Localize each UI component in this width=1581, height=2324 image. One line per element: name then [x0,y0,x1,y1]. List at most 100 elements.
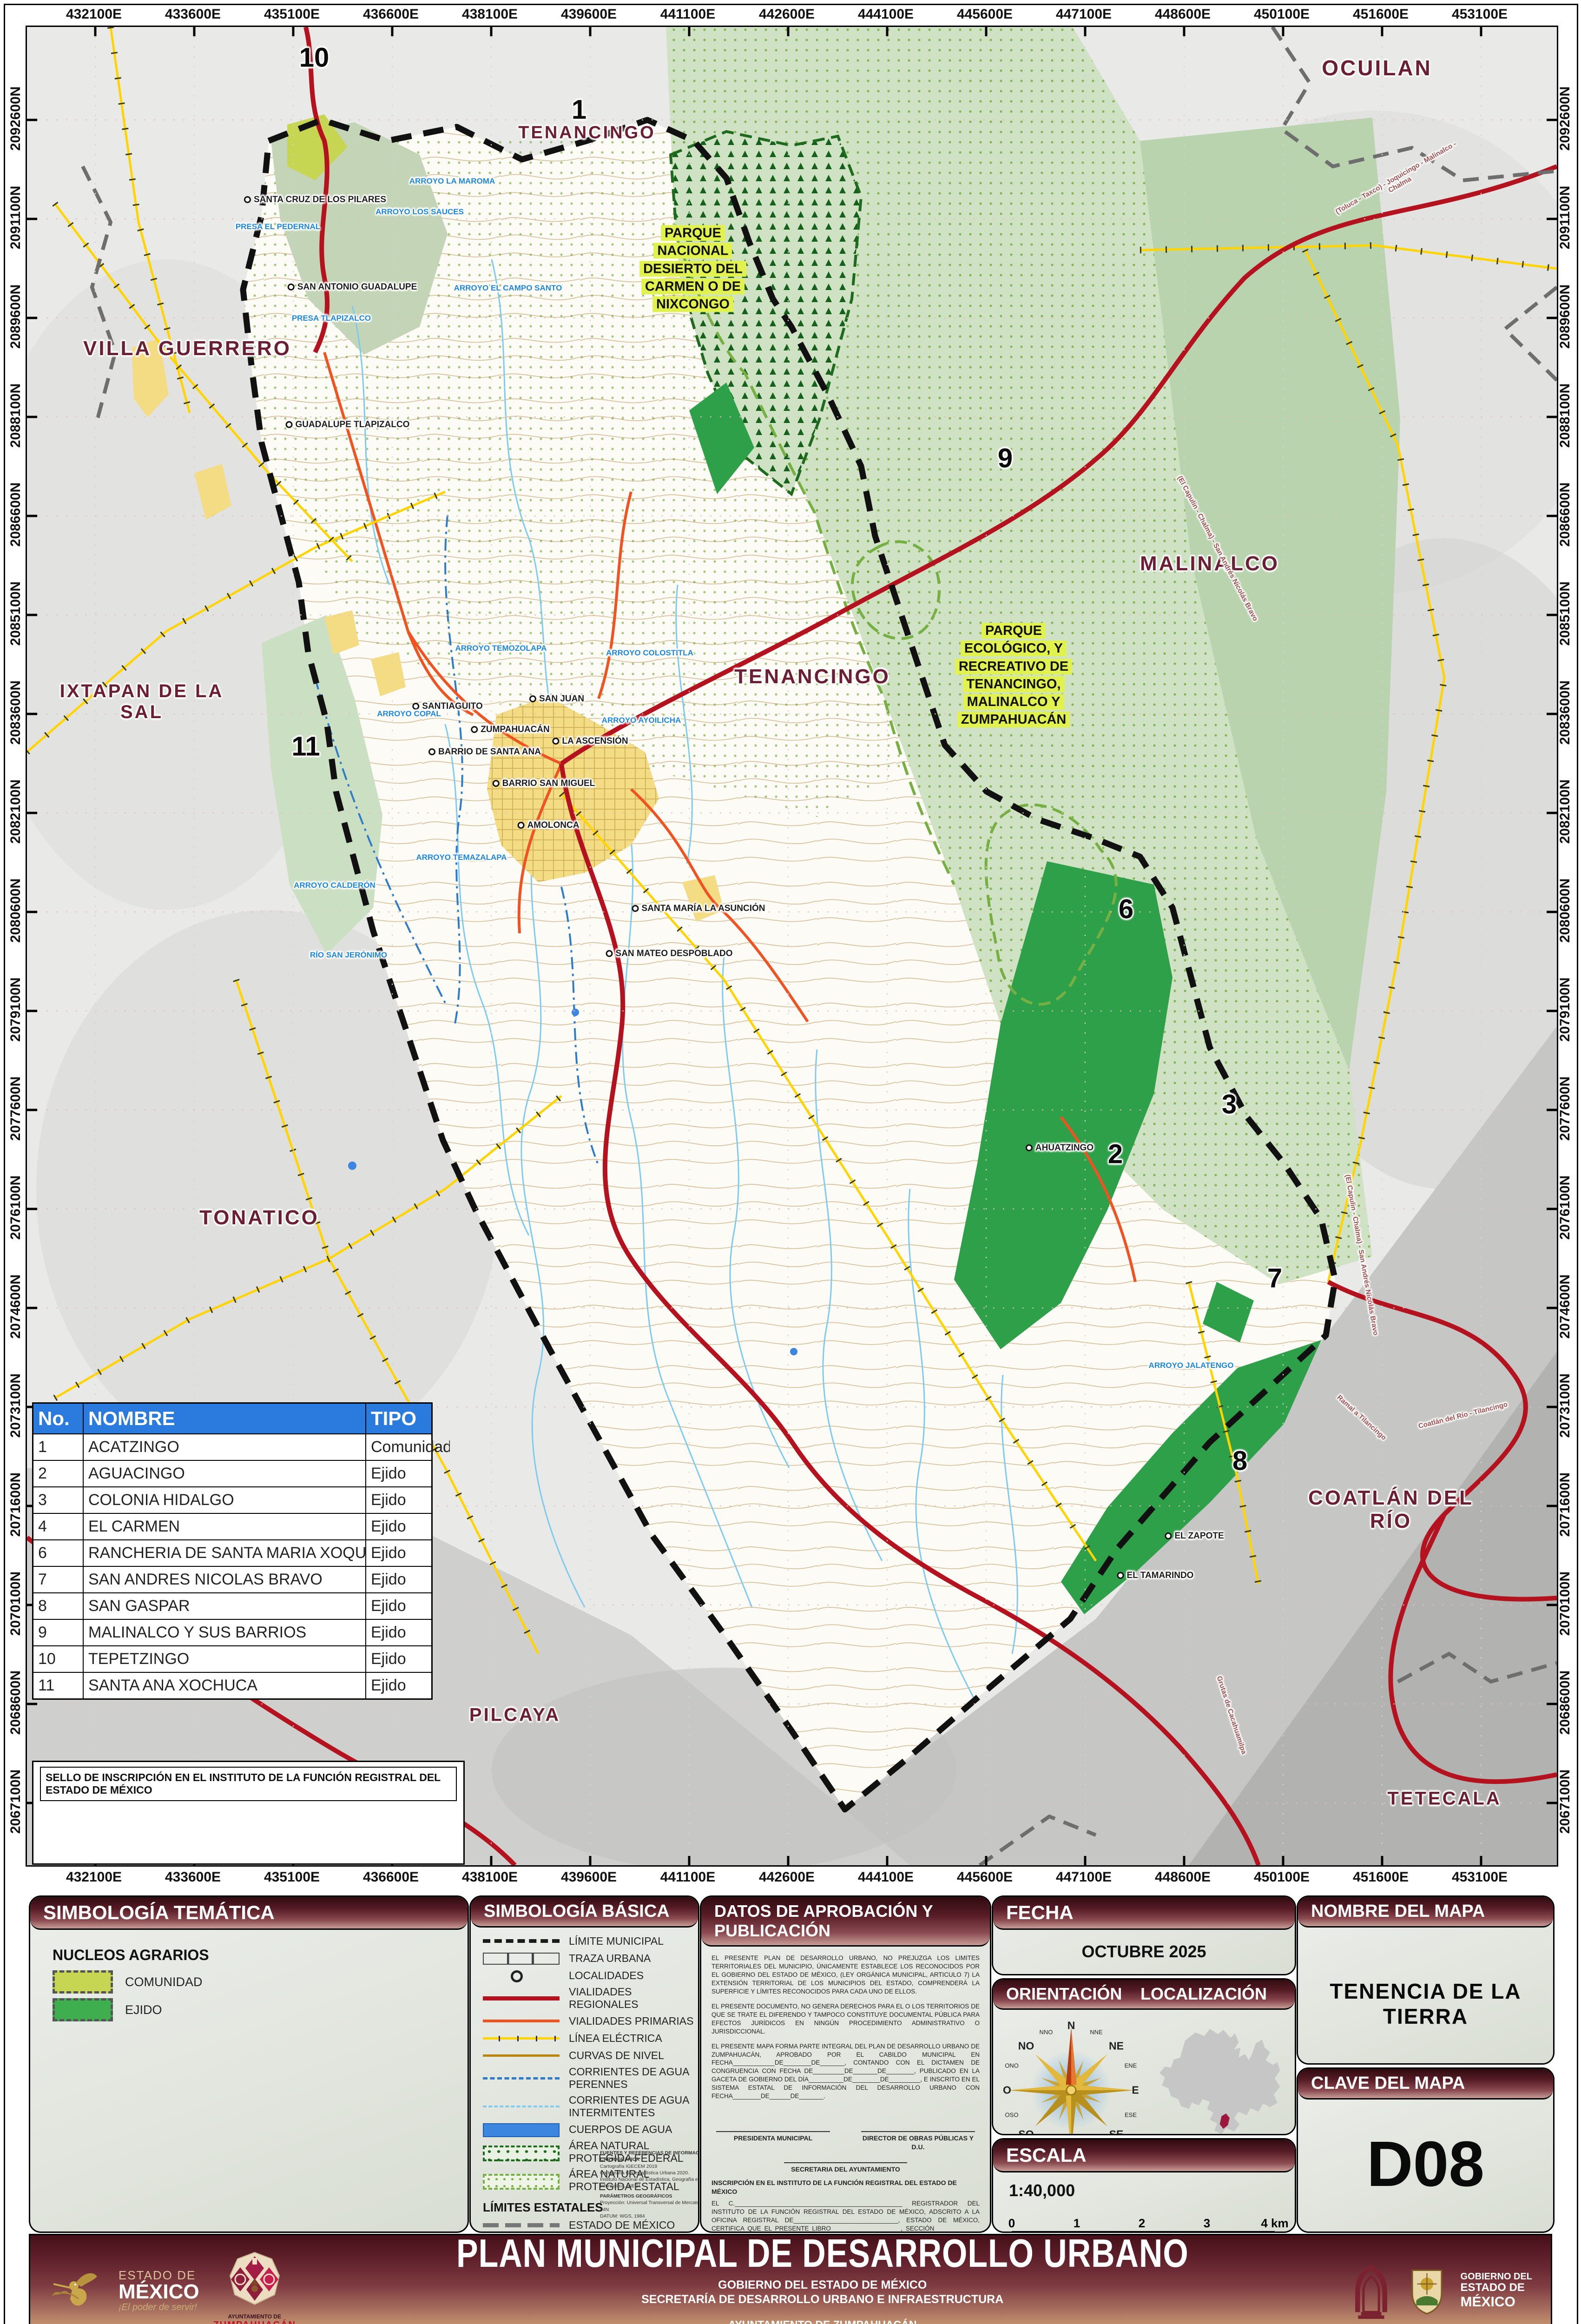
agrarian-area-number[interactable]: 10 [299,42,329,73]
locality-label[interactable]: EL ZAPOTE [1165,1531,1224,1541]
compass-direction-label: NO [1018,2040,1034,2053]
legend-item: TRAZA URBANA [483,1951,698,1965]
panel-simbologia-basica: SIMBOLOGÍA BÁSICA LÍMITE MUNICIPAL TRAZA… [469,1895,699,2233]
protected-area-label: PARQUE NACIONAL DESIERTO DEL CARMEN O DE… [639,224,746,313]
inscription-title: INSCRIPCIÓN EN EL INSTITUTO DE LA FUNCIÓ… [711,2179,980,2196]
easting-label-top: 453100E [1452,7,1508,22]
table-row[interactable]: 2 AGUACINGO Ejido [33,1460,431,1486]
legend-item: VIALIDADES PRIMARIAS [483,2014,698,2028]
locality-label[interactable]: LA ASCENSIÓN [552,736,628,746]
northing-label-left: 2088100N [8,383,24,448]
compass-direction-label: OSO [1005,2112,1019,2119]
column-header-nombre: NOMBRE [83,1404,365,1433]
road-name-label: Grutas de Cacahuamilpa [1215,1675,1248,1756]
scale-tick-label: 2 [1139,2216,1145,2231]
protected-area-label: PARQUE ECOLÓGICO, Y RECREATIVO DE TENANC… [955,622,1072,729]
legend-item: LOCALIDADES [483,1968,698,1982]
road-name-label: Ramal a Tilancingo [1336,1393,1388,1442]
locality-label[interactable]: GUADALUPE TLAPIZALCO [286,420,410,430]
locality-label[interactable]: SANTA CRUZ DE LOS PILARES [244,195,386,205]
stream-label: ARROYO LOS SAUCES [375,207,464,217]
legend-symbol [483,1968,560,1982]
agrarian-area-number[interactable]: 6 [1119,894,1133,925]
footer-logos-left: ESTADO DE MÉXICO ¡El poder de servir! AY… [30,2251,315,2324]
easting-label-bottom: 442600E [759,1869,815,1885]
map-canvas[interactable]: OCUILANTENANCINGOVILLA GUERREROMALINALCO… [26,26,1558,1867]
table-row[interactable]: 11 SANTA ANA XOCHUCA Ejido [33,1672,431,1698]
edomex-hummingbird-logo [49,2263,105,2318]
agrarian-area-number[interactable]: 1 [572,94,586,125]
stream-label: ARROYO COLOSTITLA [606,648,693,658]
easting-label-bottom: 433600E [165,1869,221,1885]
registry-seal-title: SELLO DE INSCRIPCIÓN EN EL INSTITUTO DE … [40,1767,457,1801]
northing-label-left: 2092600N [8,86,24,151]
legend-item: VIALIDADES REGIONALES [483,1986,698,2011]
agrarian-area-number[interactable]: 7 [1267,1263,1282,1294]
easting-label-top: 445600E [957,7,1013,22]
compass-direction-label: NNE [1090,2029,1102,2036]
map-name: TENENCIA DE LA TIERRA [1298,1979,1553,2029]
table-row[interactable]: 6 RANCHERIA DE SANTA MARIA XOQUIAC Ejido [33,1539,431,1566]
agrarian-area-number[interactable]: 9 [998,443,1013,474]
locality-label[interactable]: BARRIO DE SANTA ANA [428,747,541,757]
easting-label-top: 444100E [858,7,914,22]
panel-title: ESCALA [993,2139,1295,2172]
easting-label-bottom: 436600E [363,1869,419,1885]
map-sources-note: FUENTES Y REFERENCIAS DE INFORMACIÓN CAR… [600,2146,699,2219]
locality-label[interactable]: SAN JUAN [529,694,584,704]
compass-direction-label: SO [1018,2128,1034,2136]
northing-label-left: 2067100N [8,1769,24,1834]
easting-label-bottom: 453100E [1452,1869,1508,1885]
stream-label: ARROYO CALDERÓN [294,881,375,890]
legend-symbol [483,2048,560,2062]
northing-label-left: 2077600N [8,1076,24,1141]
scale-tick-label: 4 km [1261,2216,1288,2231]
easting-label-top: 433600E [165,7,221,22]
legend-symbol [483,1991,560,2005]
table-row[interactable]: 7 SAN ANDRES NICOLAS BRAVO Ejido [33,1566,431,1592]
legal-paragraph-2: EL PRESENTE DOCUMENTO, NO GENERA DERECHO… [711,2002,980,2036]
legend-symbol [483,2071,560,2085]
table-row[interactable]: 4 EL CARMEN Ejido [33,1513,431,1539]
legend-item: LÍNEA ELÉCTRICA [483,2031,698,2045]
easting-label-top: 441100E [660,7,715,22]
northing-label-right: 2082100N [1557,779,1573,844]
table-row[interactable]: 9 MALINALCO Y SUS BARRIOS Ejido [33,1619,431,1645]
legal-paragraph-1: EL PRESENTE PLAN DE DESARROLLO URBANO, N… [711,1954,980,1996]
easting-label-top: 448600E [1155,7,1211,22]
agrarian-area-number[interactable]: 11 [291,731,320,762]
table-row[interactable]: 8 SAN GASPAR Ejido [33,1592,431,1619]
easting-label-top: 439600E [561,7,617,22]
table-row[interactable]: 1 ACATZINGO Comunidad [33,1433,431,1460]
legend-symbol [483,1934,560,1948]
locality-label[interactable]: BARRIO SAN MIGUEL [493,779,595,789]
agrarian-area-number[interactable]: 2 [1108,1139,1123,1170]
northing-label-right: 2086600N [1557,482,1573,547]
stream-label: ARROYO EL CAMPO SANTO [454,284,562,293]
locality-label[interactable]: EL TAMARINDO [1117,1571,1194,1581]
agrarian-area-number[interactable]: 3 [1222,1089,1237,1120]
legend-symbol [483,2173,560,2187]
table-row[interactable]: 3 COLONIA HIDALGO Ejido [33,1486,431,1513]
locality-label[interactable]: SAN MATEO DESPOBLADO [606,949,733,959]
road-name-label: (El Capulin - Chalma) - San Andrés Nicol… [1176,475,1259,622]
neighbor-municipality-label: PILCAYA [469,1705,560,1726]
road-name-label: Coatlán del Río - Tilancingo [1417,1400,1508,1430]
easting-label-bottom: 432100E [66,1869,122,1885]
table-row[interactable]: 10 TEPETZINGO Ejido [33,1645,431,1672]
neighbor-municipality-label: TENANCINGO [734,665,890,688]
easting-label-top: 451600E [1353,7,1409,22]
locality-label[interactable]: SANTA MARÍA LA ASUNCIÓN [632,904,765,914]
road-name-label: (Toluca - Taxco) - Joquicingo - Malinalc… [1325,135,1470,228]
northing-label-right: 2091100N [1557,186,1573,250]
locality-label[interactable]: ZUMPAHUACÁN [471,725,549,735]
legend-item: LÍMITE MUNICIPAL [483,1934,698,1948]
agrarian-area-number[interactable]: 8 [1232,1446,1247,1477]
northing-label-right: 2073100N [1557,1373,1573,1438]
compass-direction-label: O [1003,2084,1011,2097]
locality-label[interactable]: SAN ANTONIO GUADALUPE [288,282,417,292]
neighbor-municipality-label: IXTAPAN DE LA SAL [60,681,224,723]
legend-item: CORRIENTES DE AGUA PERENNES [483,2066,698,2091]
locality-label[interactable]: AHUATZINGO [1026,1143,1094,1153]
locality-label[interactable]: AMOLONCA [518,820,580,831]
